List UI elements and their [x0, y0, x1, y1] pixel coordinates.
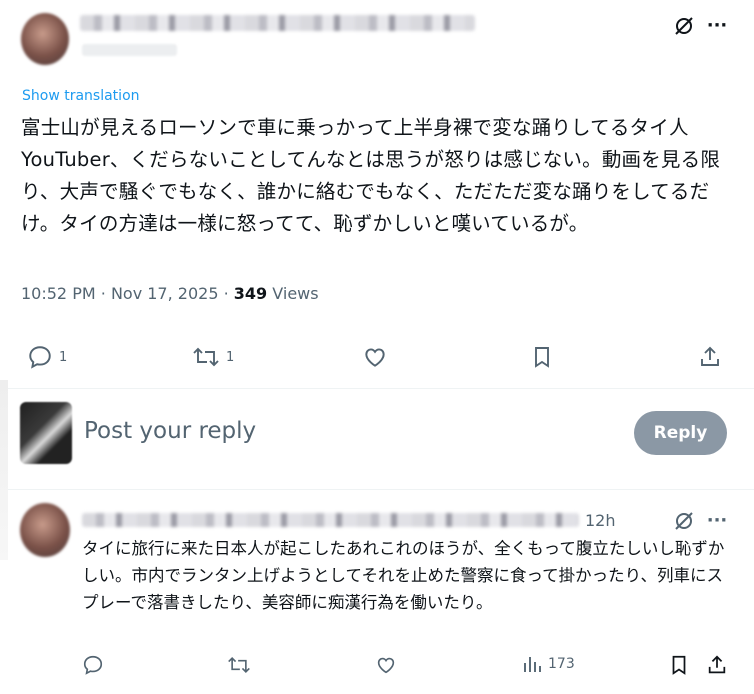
more-icon[interactable]: ···	[704, 507, 730, 533]
comment-author-name-blurred[interactable]	[82, 513, 579, 527]
reply-action[interactable]: 1	[27, 344, 67, 370]
comment-views-action[interactable]: 173	[522, 654, 575, 674]
share-icon	[701, 346, 719, 366]
comment-text: タイに旅行に来た日本人が起こしたあれこれのほうが、全くもって腹立たしいし恥ずかし…	[82, 539, 725, 612]
post-meta: 10:52 PM · Nov 17, 2025 · 349 Views	[21, 284, 319, 303]
show-translation-link[interactable]: Show translation	[22, 88, 140, 104]
comment-views-count: 173	[548, 656, 575, 672]
reply-icon	[29, 346, 51, 369]
separator: ·	[100, 284, 106, 303]
separator: ·	[223, 284, 229, 303]
repost-action[interactable]: 1	[192, 344, 234, 370]
share-icon	[708, 655, 726, 674]
comment-bookmark-action[interactable]	[668, 654, 690, 676]
reply-count: 1	[59, 349, 68, 365]
post-date[interactable]: Nov 17, 2025	[111, 284, 219, 303]
bookmark-icon	[535, 347, 549, 368]
grok-icon[interactable]	[672, 509, 696, 533]
like-icon	[377, 657, 395, 674]
post-time[interactable]: 10:52 PM	[21, 284, 96, 303]
repost-icon	[193, 347, 219, 367]
post-author-handle-blurred[interactable]	[82, 44, 177, 56]
post-author-avatar[interactable]	[21, 13, 69, 65]
reply-input[interactable]: Post your reply	[84, 418, 256, 444]
like-icon	[365, 348, 385, 367]
bookmark-action[interactable]	[530, 344, 554, 370]
share-action[interactable]	[698, 344, 722, 370]
current-user-avatar[interactable]	[20, 402, 72, 464]
post-author-name-blurred[interactable]	[80, 15, 475, 31]
grok-icon[interactable]	[672, 14, 696, 38]
reply-icon	[83, 655, 103, 675]
views-count: 349	[233, 284, 268, 303]
reply-button[interactable]: Reply	[634, 411, 727, 455]
more-icon[interactable]: ···	[704, 12, 730, 38]
repost-count: 1	[226, 349, 235, 365]
repost-icon	[228, 656, 250, 674]
comment-repost-action[interactable]	[227, 654, 251, 676]
like-action[interactable]	[362, 344, 388, 370]
comment-like-action[interactable]	[375, 654, 397, 676]
bookmark-icon	[672, 655, 686, 675]
left-edge-strip	[0, 380, 8, 560]
comment-author-avatar[interactable]	[20, 503, 70, 557]
views-icon	[524, 657, 541, 672]
comment-share-action[interactable]	[706, 654, 728, 676]
comment-time[interactable]: 12h	[585, 511, 616, 530]
views-label: Views	[272, 284, 319, 303]
post-text: 富士山が見えるローソンで車に乗っかって上半身裸で変な踊りしてるタイ人YouTub…	[21, 116, 721, 235]
comment-reply-action[interactable]	[82, 654, 104, 676]
